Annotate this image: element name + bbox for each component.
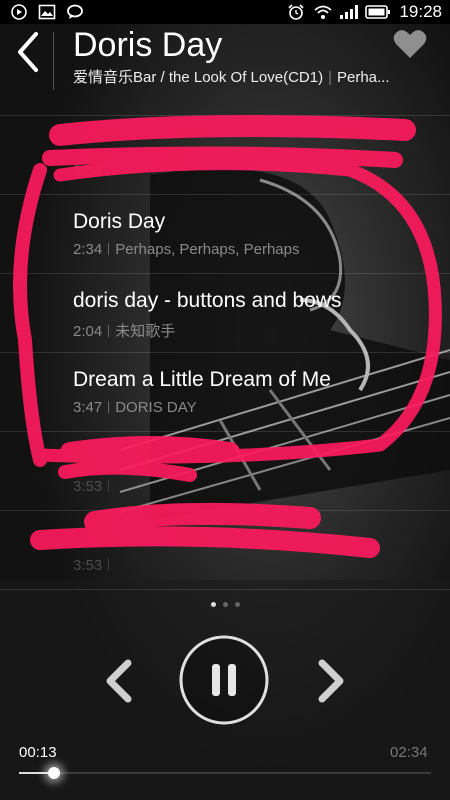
song-meta: 2:04 未知歌手	[73, 320, 175, 341]
status-time: 19:28	[399, 2, 442, 21]
total-time: 02:34	[390, 744, 428, 761]
song-meta: 3:53	[73, 557, 115, 574]
meta-separator	[108, 480, 110, 492]
album-name: 爱情音乐Bar / the Look Of Love(CD1)	[73, 69, 324, 86]
heart-icon	[393, 30, 427, 58]
alarm-icon	[287, 4, 305, 20]
meta-separator	[108, 164, 110, 176]
song-row[interactable]: 3:38	[0, 115, 450, 194]
song-title: Doris Day	[73, 210, 166, 233]
back-arrow-icon	[18, 32, 38, 72]
song-artist: Perhaps, Perhaps, Perhaps	[115, 241, 300, 258]
wifi-icon	[313, 4, 333, 20]
status-bar: 19:28	[0, 0, 450, 24]
meta-separator	[108, 325, 110, 337]
next-button[interactable]	[310, 655, 350, 707]
song-row[interactable]: 3:53	[0, 431, 450, 510]
song-meta: 2:34 Perhaps, Perhaps, Perhaps	[73, 241, 299, 258]
progress-bar[interactable]	[19, 767, 431, 779]
back-button[interactable]	[12, 28, 46, 80]
song-row[interactable]: doris day - buttons and bows 2:04 未知歌手	[0, 273, 450, 352]
progress-thumb[interactable]	[48, 767, 60, 779]
song-row[interactable]: 3:53	[0, 510, 450, 590]
song-title: doris day - buttons and bows	[73, 289, 342, 312]
song-row[interactable]: Doris Day 2:34 Perhaps, Perhaps, Perhaps	[0, 194, 450, 273]
song-meta: 3:38	[73, 162, 115, 179]
song-meta: 3:53	[73, 478, 115, 495]
pause-button[interactable]	[178, 634, 270, 726]
previous-button[interactable]	[100, 655, 140, 707]
pause-icon	[179, 635, 269, 725]
signal-icon	[339, 4, 359, 20]
next-icon	[318, 659, 344, 703]
song-duration: 3:53	[73, 478, 103, 495]
artist-name: Perha...	[337, 69, 390, 86]
page-indicator	[0, 602, 450, 607]
song-title: Dream a Little Dream of Me	[73, 368, 331, 391]
battery-icon	[365, 4, 391, 20]
page-dot[interactable]	[222, 602, 228, 607]
favorite-button[interactable]	[392, 28, 428, 60]
song-duration: 2:04	[73, 323, 103, 340]
header-divider	[53, 32, 54, 90]
page-dot[interactable]	[210, 602, 216, 607]
meta-separator	[108, 559, 110, 571]
song-duration: 3:38	[73, 162, 103, 179]
song-list: 3:38 Doris Day 2:34 Perhaps, Perhaps, Perha…	[0, 115, 450, 590]
song-duration: 3:53	[73, 557, 103, 574]
song-duration: 2:34	[73, 241, 103, 258]
page-title: Doris Day	[73, 26, 223, 64]
song-artist: DORIS DAY	[115, 399, 197, 416]
header: Doris Day 爱情音乐Bar / the Look Of Love(CD1…	[0, 24, 450, 92]
song-artist: 未知歌手	[115, 323, 176, 340]
song-duration: 3:47	[73, 399, 103, 416]
play-notification-icon	[10, 4, 28, 20]
chat-notification-icon	[66, 4, 84, 20]
page-dot[interactable]	[234, 602, 240, 607]
song-row[interactable]: Dream a Little Dream of Me 3:47 DORIS DAY	[0, 352, 450, 431]
meta-separator	[108, 243, 110, 255]
previous-icon	[106, 659, 132, 703]
meta-separator	[108, 401, 110, 413]
image-notification-icon	[38, 4, 56, 20]
album-subtitle: 爱情音乐Bar / the Look Of Love(CD1) | Perha...	[73, 69, 390, 86]
song-meta: 3:47 DORIS DAY	[73, 399, 197, 416]
current-time: 00:13	[19, 744, 57, 761]
